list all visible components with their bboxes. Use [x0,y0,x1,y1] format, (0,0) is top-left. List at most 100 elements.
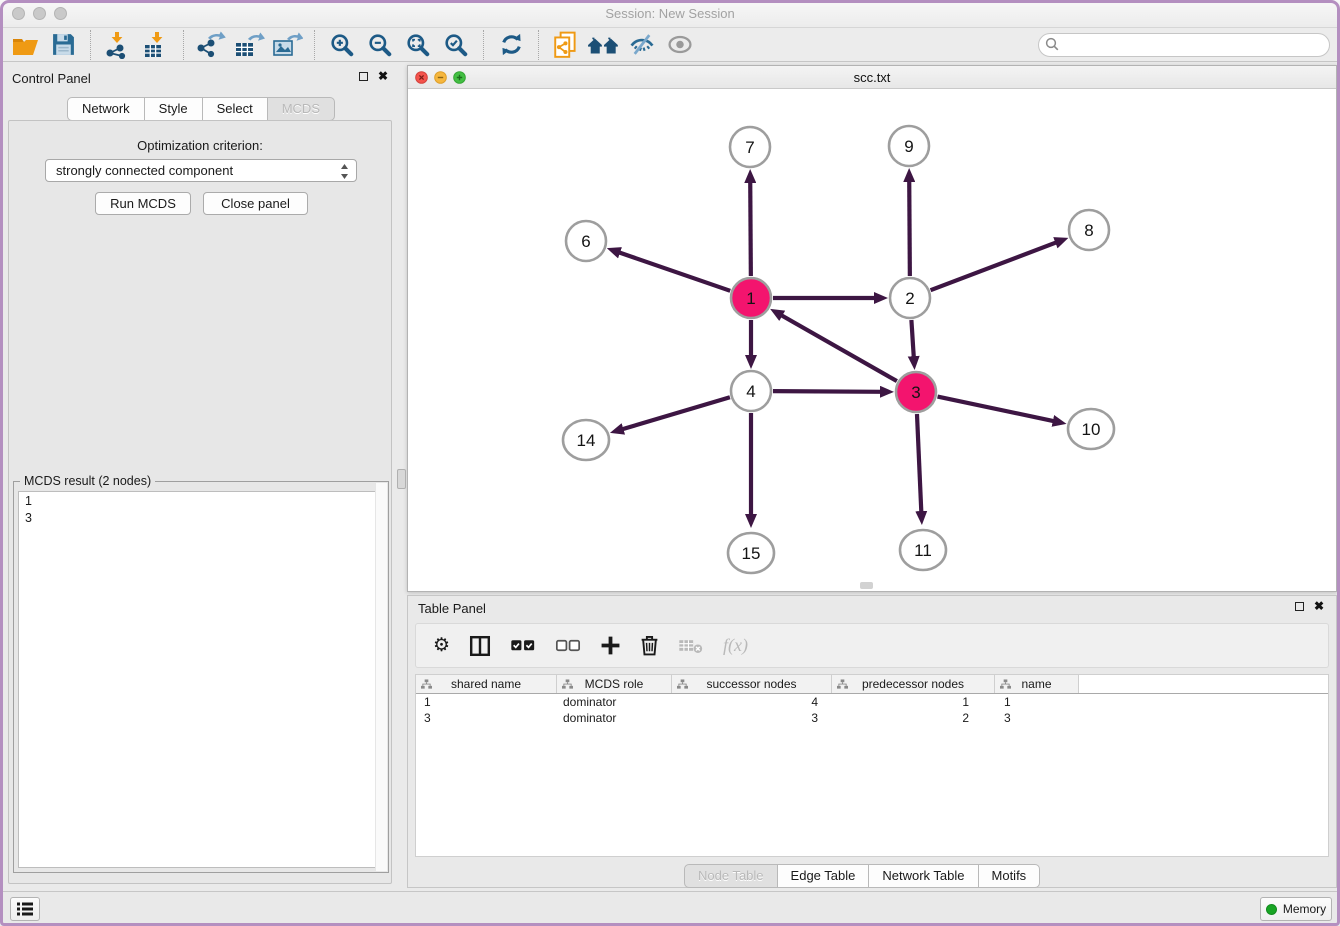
zoom-in-button[interactable] [323,30,361,60]
table-tab-motifs[interactable]: Motifs [978,864,1041,888]
column-header-name[interactable]: name [995,675,1079,693]
table-cell[interactable]: 3 [416,710,557,726]
node-6[interactable]: 6 [566,221,606,261]
node-14[interactable]: 14 [563,420,609,460]
column-header-shared-name[interactable]: shared name [416,675,557,693]
split-view-icon [469,635,491,657]
edge-1-7[interactable] [750,180,751,276]
zoom-selected-button[interactable] [437,30,475,60]
node-2[interactable]: 2 [890,278,930,318]
edge-1-6[interactable] [617,252,730,291]
svg-text:8: 8 [1084,221,1093,240]
edge-4-3[interactable] [773,391,883,392]
float-panel-icon[interactable] [359,72,368,81]
table-cell[interactable]: dominator [557,710,672,726]
node-1[interactable]: 1 [731,278,771,318]
svg-text:2: 2 [905,289,914,308]
table-cell[interactable]: 1 [416,694,557,710]
export-network-button[interactable] [192,30,230,60]
show-all-button[interactable] [661,30,699,60]
table-tab-network-table[interactable]: Network Table [868,864,978,888]
edge-2-3[interactable] [911,320,913,359]
refresh-layout-button[interactable] [492,30,530,60]
node-15[interactable]: 15 [728,533,774,573]
table-panel: Table Panel ✖ ⚙ [407,595,1337,888]
search-input[interactable] [1038,33,1330,57]
deselect-all-button[interactable] [555,637,581,654]
table-cell[interactable]: dominator [557,694,672,710]
hide-selected-button[interactable] [623,30,661,60]
zoom-fit-button[interactable] [399,30,437,60]
column-header-predecessor-nodes[interactable]: predecessor nodes [832,675,995,693]
table-row[interactable]: 3dominator323 [416,710,1328,726]
create-column-button[interactable] [600,635,621,656]
column-header-MCDS-role[interactable]: MCDS role [557,675,672,693]
close-table-panel-icon[interactable]: ✖ [1314,602,1324,611]
tab-mcds[interactable]: MCDS [267,97,335,121]
node-table: shared nameMCDS rolesuccessor nodesprede… [415,674,1329,857]
table-row[interactable]: 1dominator411 [416,694,1328,710]
export-image-button[interactable] [268,30,306,60]
node-7[interactable]: 7 [730,127,770,167]
import-table-button[interactable] [137,30,175,60]
table-cell[interactable]: 1 [832,694,995,710]
table-tab-edge-table[interactable]: Edge Table [777,864,870,888]
svg-text:6: 6 [581,232,590,251]
table-cell[interactable]: 4 [672,694,832,710]
memory-button[interactable]: Memory [1260,897,1332,921]
edge-3-10[interactable] [938,397,1056,422]
save-session-button[interactable] [44,30,82,60]
run-mcds-button[interactable]: Run MCDS [95,192,191,215]
mcds-result-text[interactable]: 1 3 [18,491,384,868]
svg-text:11: 11 [914,541,932,560]
table-toolbar: ⚙ [415,623,1329,668]
import-network-button[interactable] [99,30,137,60]
float-table-panel-icon[interactable] [1295,602,1304,611]
node-3[interactable]: 3 [896,372,936,412]
task-history-button[interactable] [10,897,40,921]
export-table-button[interactable] [230,30,268,60]
node-9[interactable]: 9 [889,126,929,166]
close-panel-button[interactable]: Close panel [203,192,308,215]
edge-3-11[interactable] [917,414,921,514]
node-8[interactable]: 8 [1069,210,1109,250]
edge-3-1[interactable] [780,314,897,381]
network-graph[interactable]: 1 2 3 4 6 7 8 9 10 11 14 15 [408,89,1336,591]
tab-style[interactable]: Style [144,97,203,121]
result-scrollbar[interactable] [375,483,387,871]
panel-divider-grip[interactable] [397,469,406,489]
mcds-result-box: MCDS result (2 nodes) 1 3 [13,481,389,873]
open-session-button[interactable] [6,30,44,60]
close-panel-icon[interactable]: ✖ [378,72,388,81]
table-mode-button[interactable]: ⚙ [433,634,450,657]
table-cell[interactable]: 2 [832,710,995,726]
window-resize-grip[interactable] [860,582,873,589]
table-cell[interactable]: 3 [672,710,832,726]
column-header-successor-nodes[interactable]: successor nodes [672,675,832,693]
node-11[interactable]: 11 [900,530,946,570]
edge-2-8[interactable] [931,242,1059,290]
tab-network[interactable]: Network [67,97,145,121]
select-all-button[interactable] [510,637,536,654]
table-cell[interactable]: 1 [995,694,1079,710]
clone-network-button[interactable] [547,30,585,60]
node-10[interactable]: 10 [1068,409,1114,449]
search-box [1038,33,1330,57]
homes-button[interactable] [585,30,623,60]
import-table-icon [141,31,171,59]
delete-columns-button[interactable] [640,635,659,656]
svg-text:3: 3 [911,383,920,402]
tab-select[interactable]: Select [202,97,268,121]
split-view-button[interactable] [469,635,491,657]
edge-4-14[interactable] [621,397,730,429]
network-window-titlebar[interactable]: scc.txt [408,66,1336,89]
table-tab-node-table[interactable]: Node Table [684,864,778,888]
optimization-criterion-select[interactable]: strongly connected component [45,159,357,182]
export-table-icon [233,31,265,59]
sort-icon [421,679,432,690]
zoom-out-button[interactable] [361,30,399,60]
open-folder-icon [10,32,40,58]
edge-2-9[interactable] [909,179,910,276]
table-cell[interactable]: 3 [995,710,1079,726]
node-4[interactable]: 4 [731,371,771,411]
